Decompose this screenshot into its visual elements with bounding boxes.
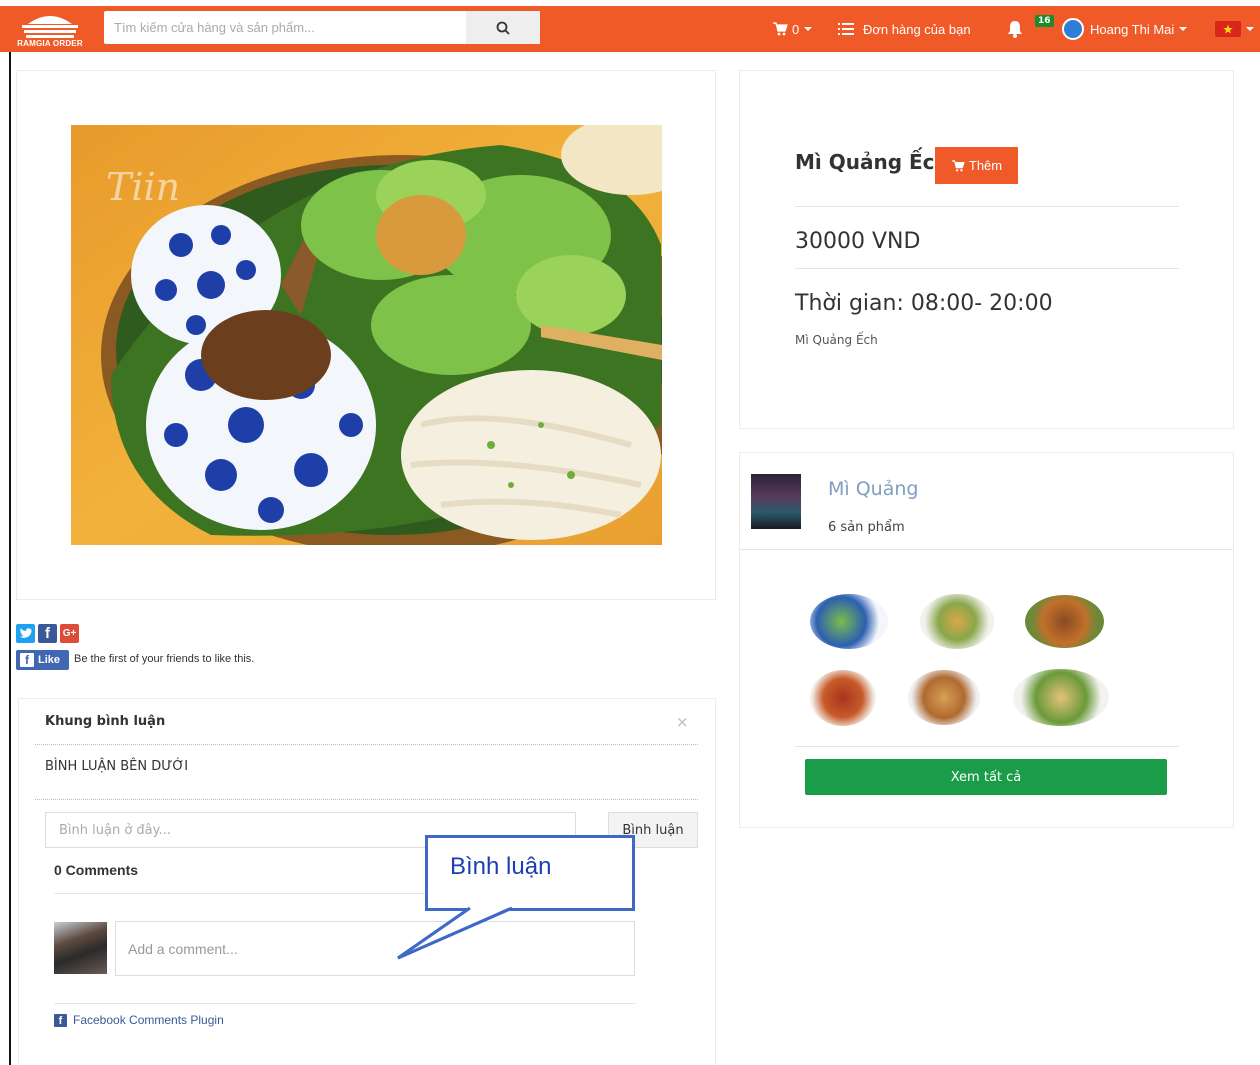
vietnam-flag-icon — [1215, 21, 1241, 37]
cart-icon — [773, 22, 788, 36]
like-label: Like — [38, 654, 61, 666]
avatar — [1062, 18, 1084, 40]
user-menu[interactable]: Hoang Thi Mai — [1062, 6, 1188, 52]
cart-count: 0 — [792, 21, 800, 37]
logo[interactable]: RAMGIA ORDER — [8, 10, 92, 48]
user-name: Hoang Thi Mai — [1090, 21, 1175, 37]
twitter-icon — [19, 628, 32, 638]
facebook-icon: f — [20, 653, 34, 667]
divider — [795, 206, 1179, 207]
chevron-down-icon — [1246, 27, 1254, 31]
shop-product-count: 6 sản phẩm — [828, 520, 905, 535]
bell-icon — [1008, 21, 1022, 38]
top-navbar: RAMGIA ORDER 0 Đơn hàng của bạn — [0, 6, 1260, 52]
product-thumb[interactable] — [908, 670, 980, 725]
notifications-button[interactable] — [1005, 6, 1025, 52]
chevron-down-icon — [804, 27, 813, 31]
logo-text: RAMGIA ORDER — [17, 39, 83, 48]
search-icon — [496, 21, 510, 35]
product-thumb[interactable] — [810, 594, 888, 649]
facebook-plugin-label: Facebook Comments Plugin — [73, 1013, 224, 1027]
logo-icon — [22, 16, 78, 38]
divider — [740, 549, 1233, 550]
product-image[interactable]: Tiin — [71, 125, 662, 545]
search-bar — [104, 11, 540, 44]
facebook-comments-plugin-link[interactable]: f Facebook Comments Plugin — [54, 1013, 224, 1027]
facebook-share-button[interactable]: f — [38, 624, 57, 643]
svg-text:Tiin: Tiin — [106, 165, 180, 209]
shop-thumbnail[interactable] — [751, 474, 801, 529]
orders-label: Đơn hàng của bạn — [863, 21, 971, 37]
view-all-button[interactable]: Xem tất cả — [805, 759, 1167, 795]
product-thumb[interactable] — [810, 670, 876, 726]
product-thumb[interactable] — [920, 594, 994, 649]
chevron-down-icon — [1179, 27, 1188, 31]
facebook-icon: f — [54, 1013, 67, 1027]
product-thumb[interactable] — [1013, 669, 1109, 726]
divider — [35, 744, 698, 745]
cart-dropdown[interactable]: 0 — [772, 6, 813, 52]
facebook-icon: f — [45, 625, 50, 642]
facebook-like-button[interactable]: f Like — [16, 650, 69, 670]
avatar — [54, 922, 107, 974]
product-price: 30000 VND — [795, 229, 921, 254]
opening-hours: Thời gian: 08:00- 20:00 — [795, 291, 1053, 316]
search-button[interactable] — [466, 11, 540, 44]
comments-panel-title: Khung bình luận — [45, 714, 166, 729]
divider — [795, 268, 1179, 269]
comment-count: 0 Comments — [54, 862, 139, 878]
dish-photo: Tiin — [71, 125, 662, 545]
orders-link[interactable]: Đơn hàng của bạn — [838, 6, 971, 52]
product-title: Mì Quảng Ếch — [795, 150, 949, 174]
notification-badge: 16 — [1035, 15, 1054, 27]
divider — [795, 746, 1179, 747]
product-thumb[interactable] — [1025, 595, 1104, 648]
product-description: Mì Quảng Ếch — [795, 333, 878, 347]
cart-icon — [951, 159, 965, 171]
add-button-label: Thêm — [968, 158, 1003, 173]
language-selector[interactable] — [1215, 6, 1254, 52]
frame-border — [9, 52, 11, 1065]
like-status-text: Be the first of your friends to like thi… — [74, 653, 255, 665]
list-icon — [838, 23, 854, 35]
divider — [35, 799, 698, 800]
google-plus-share-button[interactable]: G+ — [60, 624, 79, 643]
google-plus-icon: G+ — [62, 628, 77, 639]
shop-name-link[interactable]: Mì Quảng — [828, 478, 918, 500]
twitter-share-button[interactable] — [16, 624, 35, 643]
comments-subheader: BÌNH LUẬN BÊN DƯỚI — [45, 759, 189, 774]
callout-label: Bình luận — [450, 853, 552, 880]
add-to-cart-button[interactable]: Thêm — [935, 147, 1018, 184]
add-comment-input[interactable] — [115, 921, 635, 976]
divider — [54, 1003, 636, 1004]
search-input[interactable] — [104, 11, 462, 44]
close-icon[interactable]: × — [676, 713, 689, 731]
